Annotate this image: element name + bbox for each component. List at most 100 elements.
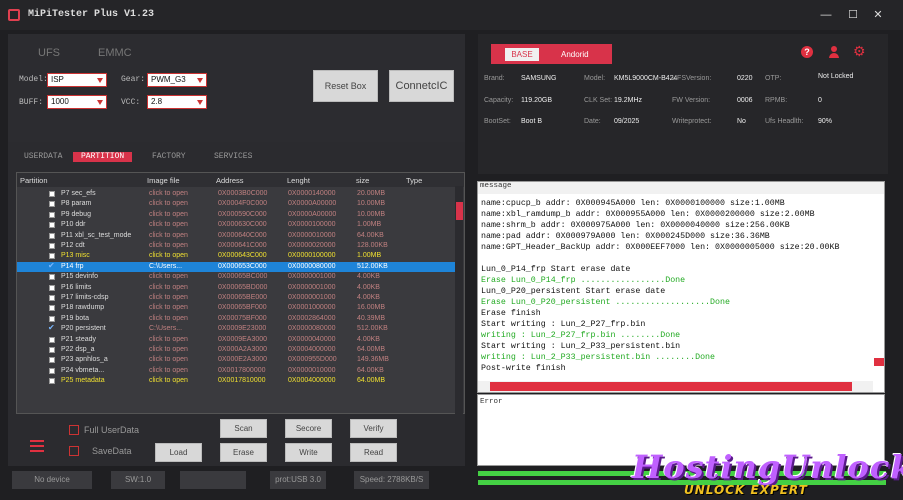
tab-emmc[interactable]: EMMC xyxy=(98,47,132,59)
cell-size: 20.00MB xyxy=(357,190,386,197)
log-hscroll-thumb[interactable] xyxy=(490,382,852,391)
row-checkbox[interactable] xyxy=(49,367,55,374)
table-row[interactable]: P7 sec_efs click to open 0X0003B0C000 0X000… xyxy=(17,189,457,199)
row-checkbox[interactable] xyxy=(49,305,55,312)
maximize-button[interactable]: ☐ xyxy=(843,7,863,23)
row-checkbox[interactable] xyxy=(49,232,55,239)
row-checkbox[interactable] xyxy=(49,201,55,208)
cell-file[interactable]: C:\Users... xyxy=(149,324,182,334)
cell-file[interactable]: click to open xyxy=(149,314,188,324)
table-row[interactable]: P24 vbmeta... click to open 0X0017800000 0X… xyxy=(17,366,457,376)
load-button[interactable]: Load xyxy=(155,443,202,462)
table-row[interactable]: P18 rawdump click to open 0X00065BF000 0X00… xyxy=(17,303,457,313)
subtab-userdata[interactable]: USERDATA xyxy=(24,152,62,162)
cell-len: 0X0000010000 xyxy=(288,366,336,374)
table-row[interactable]: P13 misc click to open 0X000643C000 0X00001… xyxy=(17,251,457,261)
log-line: writing : Lun_2_P27_frp.bin ........Done xyxy=(481,331,681,340)
subtab-services[interactable]: SERVICES xyxy=(214,152,252,162)
table-row[interactable]: ✔ P20 persistent C:\Users... 0X0009E23000 0X… xyxy=(17,323,457,334)
row-checkbox[interactable] xyxy=(49,253,55,260)
cell-file[interactable]: click to open xyxy=(149,355,188,365)
table-row[interactable]: P9 debug click to open 0X000590C000 0X0000A… xyxy=(17,210,457,220)
cell-file[interactable]: click to open xyxy=(149,189,188,199)
table-row[interactable]: P17 limits-cdsp click to open 0X00065BE000… xyxy=(17,293,457,303)
row-checkbox[interactable] xyxy=(49,191,55,197)
full-userdata-checkbox[interactable] xyxy=(69,425,79,435)
col-partition: Partition xyxy=(20,176,48,185)
help-icon[interactable]: ? xyxy=(801,46,813,58)
minimize-button[interactable]: — xyxy=(816,7,836,23)
table-row[interactable]: P16 limits click to open 0X00065BD000 0X000… xyxy=(17,283,457,293)
table-row[interactable]: P19 bota click to open 0X00075BF000 0X00028… xyxy=(17,314,457,324)
cell-file[interactable]: click to open xyxy=(149,220,188,230)
cell-file[interactable]: click to open xyxy=(149,231,188,241)
subtab-factory[interactable]: FACTORY xyxy=(152,152,186,162)
table-row[interactable]: P15 devinfo click to open 0X00065BC000 0X00… xyxy=(17,272,457,282)
info-label: Ufs Headlth: xyxy=(765,118,804,125)
scan-button[interactable]: Scan xyxy=(220,419,267,438)
cell-file[interactable]: click to open xyxy=(149,345,188,355)
cell-file[interactable]: click to open xyxy=(149,272,188,282)
table-row[interactable]: P22 dsp_a click to open 0X000A2A3000 0X0004… xyxy=(17,345,457,355)
row-checkbox[interactable] xyxy=(49,274,55,281)
cell-file[interactable]: click to open xyxy=(149,283,188,293)
row-checkbox[interactable] xyxy=(49,357,55,364)
cell-file[interactable]: click to open xyxy=(149,199,188,209)
cell-len: 0X0000040000 xyxy=(288,335,336,343)
row-checkbox[interactable] xyxy=(49,378,55,385)
model-select[interactable]: ISP xyxy=(47,73,107,87)
table-row[interactable]: P11 xbl_sc_test_mode click to open 0X00064… xyxy=(17,231,457,241)
secore-button[interactable]: Secore xyxy=(285,419,332,438)
log-vscroll-thumb[interactable] xyxy=(874,358,884,366)
table-scroll-thumb[interactable] xyxy=(456,202,463,220)
cell-file[interactable]: click to open xyxy=(149,366,188,376)
table-row[interactable]: P8 param click to open 0X0004F0C000 0X0000A… xyxy=(17,199,457,209)
table-row[interactable]: P23 apnhlos_a click to open 0X000E2A3000 0X… xyxy=(17,355,457,365)
save-data-checkbox[interactable] xyxy=(69,446,79,456)
erase-button[interactable]: Erase xyxy=(220,443,267,462)
table-row[interactable]: P10 ddr click to open 0X000630C000 0X000010… xyxy=(17,220,457,230)
checked-checkbox[interactable]: ✔ xyxy=(48,261,55,271)
cell-file[interactable]: click to open xyxy=(149,303,188,313)
subtab-partition[interactable]: PARTITION xyxy=(73,152,133,162)
tab-android[interactable]: Andorid xyxy=(561,50,589,59)
write-button[interactable]: Write xyxy=(285,443,332,462)
table-row[interactable]: P21 steady click to open 0X0009EA3000 0X000… xyxy=(17,335,457,345)
cell-addr: 0X0017810000 xyxy=(218,377,266,385)
menu-icon[interactable] xyxy=(30,440,44,452)
table-row[interactable]: P25 metadata click to open 0X0017810000 0X0… xyxy=(17,376,457,386)
row-checkbox[interactable] xyxy=(49,336,55,343)
row-checkbox[interactable] xyxy=(49,347,55,353)
verify-button[interactable]: Verify xyxy=(350,419,397,438)
checked-checkbox[interactable]: ✔ xyxy=(48,323,55,333)
row-checkbox[interactable] xyxy=(49,211,55,218)
cell-part: P25 metadata xyxy=(61,377,105,385)
buff-select[interactable]: 1000 xyxy=(47,95,107,109)
cell-file[interactable]: C:\Users... xyxy=(149,262,182,272)
table-row[interactable]: P12 cdt click to open 0X000641C000 0X000002… xyxy=(17,241,457,251)
cell-len: 0X0004000000 xyxy=(288,377,336,385)
user-settings-icon[interactable] xyxy=(828,46,840,58)
read-button[interactable]: Read xyxy=(350,443,397,462)
cell-file[interactable]: click to open xyxy=(149,293,188,303)
table-scrollbar[interactable] xyxy=(455,186,463,414)
row-checkbox[interactable] xyxy=(49,295,55,301)
close-button[interactable]: ✕ xyxy=(868,7,888,23)
cell-file[interactable]: click to open xyxy=(149,210,188,220)
row-checkbox[interactable] xyxy=(49,284,55,291)
cell-file[interactable]: click to open xyxy=(149,241,188,251)
tab-base[interactable]: BASE xyxy=(505,48,539,61)
connect-ic-button[interactable]: ConnetcIC xyxy=(389,70,454,102)
gear-icon[interactable]: ⚙ xyxy=(853,44,866,58)
vcc-select[interactable]: 2.8 xyxy=(147,95,207,109)
reset-box-button[interactable]: Reset Box xyxy=(313,70,378,102)
row-checkbox[interactable] xyxy=(49,315,55,322)
row-checkbox[interactable] xyxy=(49,222,55,229)
row-checkbox[interactable] xyxy=(49,243,55,249)
cell-file[interactable]: click to open xyxy=(149,251,188,261)
cell-file[interactable]: click to open xyxy=(149,335,188,345)
tab-ufs[interactable]: UFS xyxy=(38,47,60,59)
table-row[interactable]: ✔ P14 frp C:\Users... 0X000653C000 0X0000080… xyxy=(17,261,457,273)
gear-select[interactable]: PWM_G3 xyxy=(147,73,207,87)
cell-file[interactable]: click to open xyxy=(149,376,188,386)
